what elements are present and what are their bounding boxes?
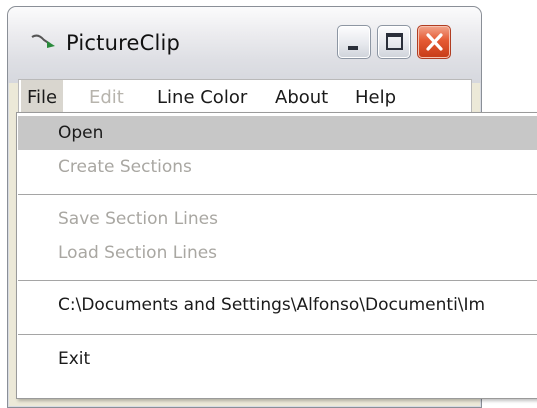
menu-file[interactable]: File xyxy=(21,80,64,116)
close-button[interactable] xyxy=(417,25,451,59)
menu-help[interactable]: Help xyxy=(349,80,402,116)
maximize-button[interactable] xyxy=(377,25,411,59)
window-title: PictureClip xyxy=(66,31,181,55)
menu-line-color[interactable]: Line Color xyxy=(151,80,253,116)
menu-item-open[interactable]: Open xyxy=(18,116,537,150)
maximize-icon xyxy=(386,33,403,50)
menu-item-exit[interactable]: Exit xyxy=(18,342,537,376)
minimize-button[interactable] xyxy=(337,25,371,59)
menu-item-save-section-lines[interactable]: Save Section Lines xyxy=(18,202,537,236)
menu-about[interactable]: About xyxy=(269,80,334,116)
pictureclip-app-icon xyxy=(30,31,58,53)
close-icon xyxy=(426,33,443,51)
menu-edit[interactable]: Edit xyxy=(83,80,130,116)
menu-item-load-section-lines[interactable]: Load Section Lines xyxy=(18,236,537,270)
menu-separator xyxy=(18,334,537,335)
menu-item-create-sections[interactable]: Create Sections xyxy=(18,150,537,184)
menu-separator xyxy=(18,280,537,281)
file-menu-dropdown: Open Create Sections Save Section Lines … xyxy=(16,112,537,399)
menu-item-recent-file[interactable]: C:\Documents and Settings\Alfonso\Docume… xyxy=(18,288,537,322)
menu-separator xyxy=(18,194,537,195)
minimize-icon xyxy=(348,46,358,50)
title-bar[interactable]: PictureClip xyxy=(8,7,481,83)
